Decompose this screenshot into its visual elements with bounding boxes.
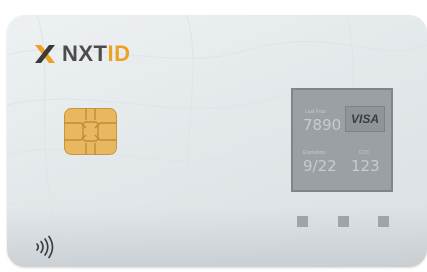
cvc-value: 123 xyxy=(351,157,380,175)
nxtid-x-mark-icon xyxy=(35,45,55,63)
visa-logo: VISA xyxy=(345,106,385,132)
card-bottom-shade xyxy=(7,207,427,267)
last-four-label: Last Four xyxy=(305,109,327,115)
brand-wordmark: NXTID xyxy=(62,41,131,67)
button-dot-3 xyxy=(378,216,389,227)
brand-prefix: NXT xyxy=(62,41,108,66)
card-details-panel: Last Four 7890 VISA Expiration 9/22 CVC … xyxy=(291,88,393,192)
emv-chip-icon xyxy=(64,108,117,155)
expiration-label: Expiration xyxy=(303,150,326,156)
scene: NXTID Last Four 7890 VISA Expiration 9/2… xyxy=(0,0,427,272)
button-dot-1 xyxy=(297,216,308,227)
button-dot-2 xyxy=(338,216,349,227)
contactless-icon xyxy=(36,235,54,259)
cvc-label: CVC xyxy=(359,150,370,156)
last-four-value: 7890 xyxy=(303,116,342,134)
brand-suffix: ID xyxy=(107,41,131,66)
brand-logo: NXTID xyxy=(33,41,131,67)
expiration-value: 9/22 xyxy=(303,157,337,175)
